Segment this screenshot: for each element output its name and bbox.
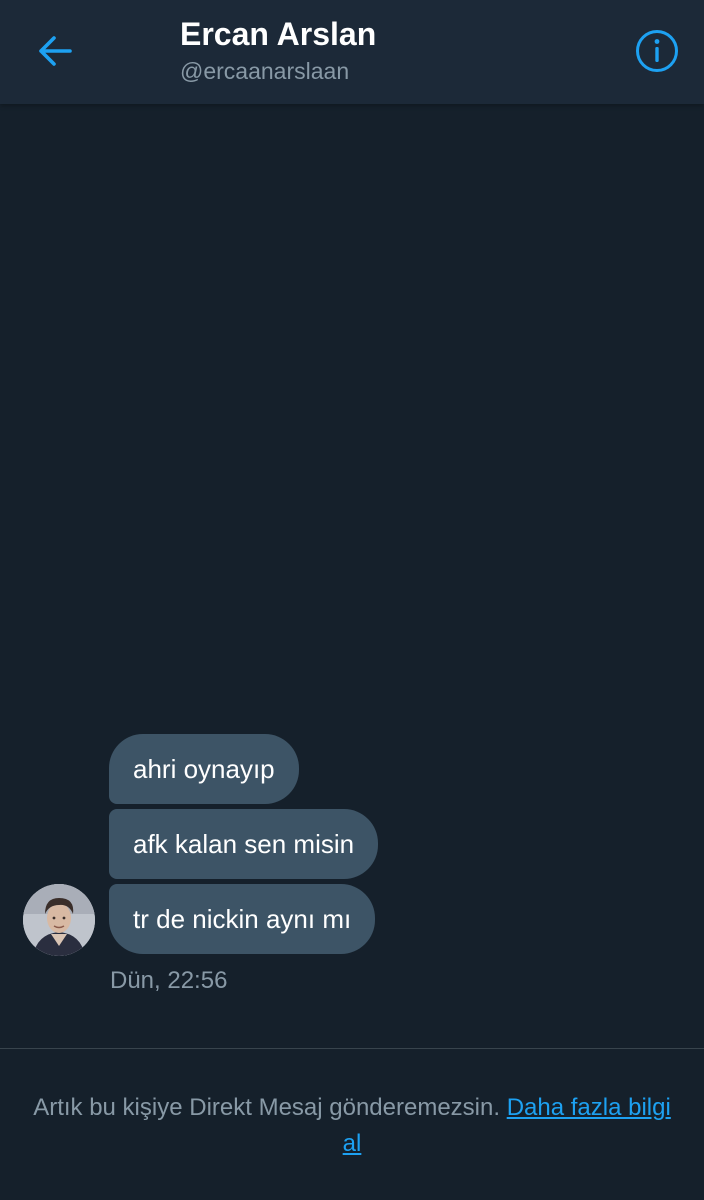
info-circle-icon: [636, 30, 678, 72]
notice-text: Artık bu kişiye Direkt Mesaj gönderemezs…: [33, 1094, 501, 1121]
dm-disabled-notice: Artık bu kişiye Direkt Mesaj gönderemezs…: [30, 1090, 674, 1162]
conversation-title: Ercan Arslan @ercaanarslaan: [180, 14, 376, 86]
contact-name: Ercan Arslan: [180, 16, 377, 52]
conversation-header: Ercan Arslan @ercaanarslaan: [0, 0, 704, 104]
footer-divider: [0, 1048, 704, 1049]
message-timestamp: Dün, 22:56: [110, 967, 228, 994]
message-thread[interactable]: ahri oynayıp afk kalan sen misin tr de n…: [0, 104, 704, 1048]
contact-handle: @ercaanarslaan: [180, 58, 350, 84]
avatar-photo: [23, 884, 95, 956]
back-button[interactable]: [30, 28, 80, 74]
message-bubble[interactable]: tr de nickin aynı mı: [109, 884, 376, 954]
arrow-left-icon: [39, 36, 72, 66]
avatar[interactable]: [23, 884, 95, 956]
message-bubble[interactable]: afk kalan sen misin: [109, 809, 379, 879]
info-button[interactable]: [634, 28, 680, 74]
message-bubble[interactable]: ahri oynayıp: [109, 734, 299, 804]
